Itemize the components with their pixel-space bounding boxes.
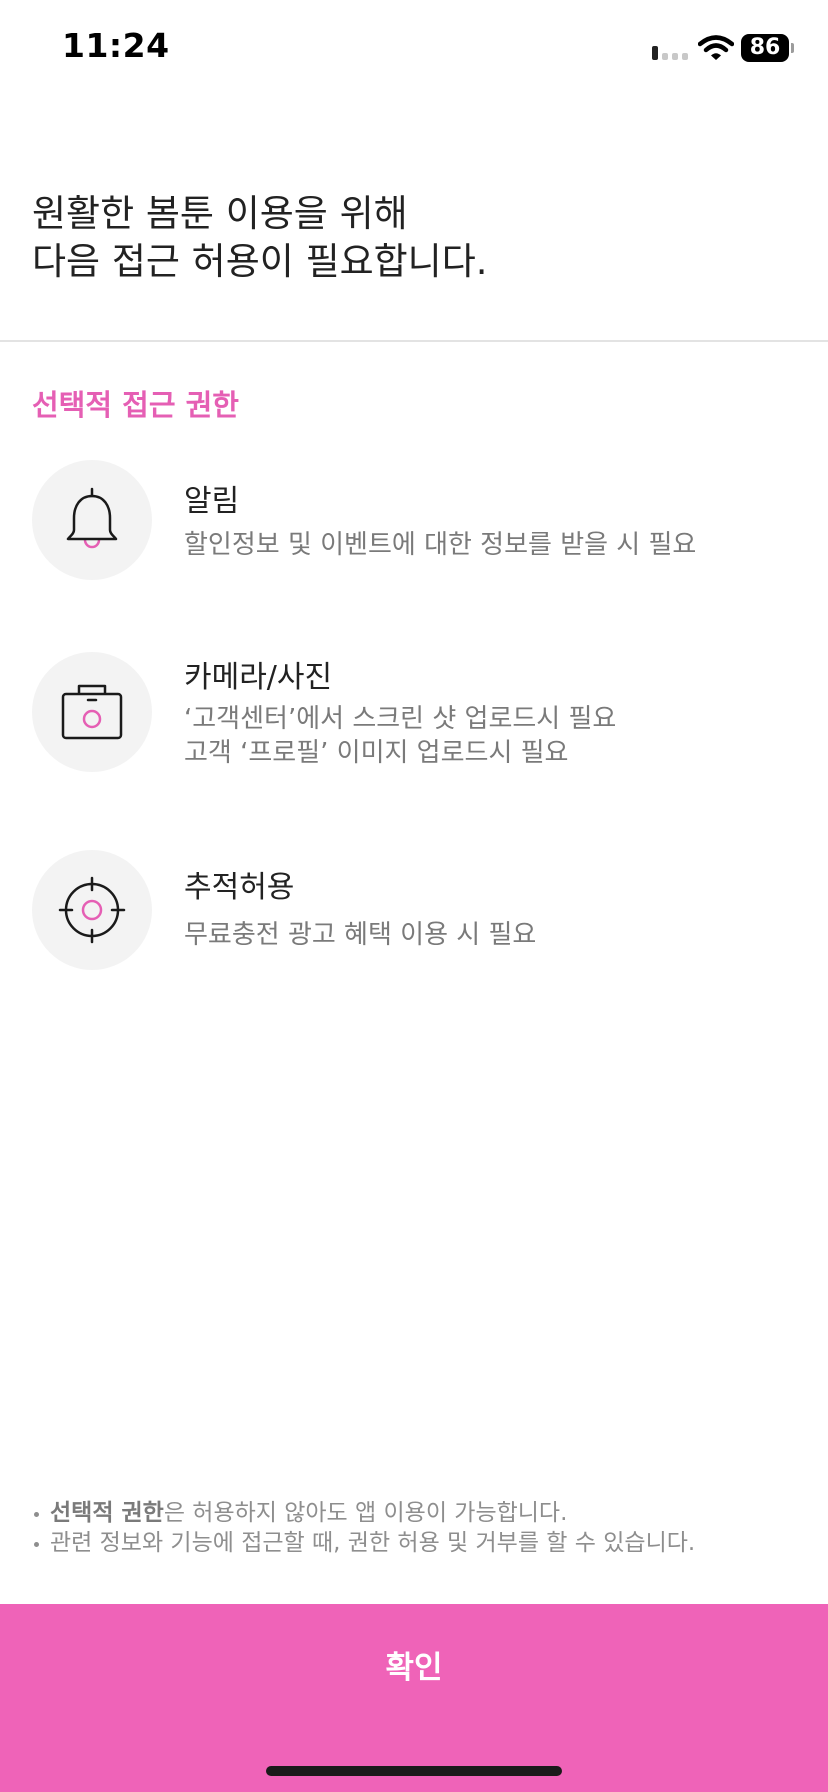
note-text: 은 허용하지 않아도 앱 이용이 가능합니다.	[163, 1500, 568, 1526]
divider	[0, 340, 828, 342]
page-title: 원활한 봄툰 이용을 위해 다음 접근 허용이 필요합니다.	[32, 192, 488, 283]
note-text: 관련 정보와 기능에 접근할 때, 권한 허용 및 거부를 할 수 있습니다.	[50, 1530, 696, 1556]
battery-indicator: 86	[741, 34, 789, 62]
permission-item-notification: 알림 할인정보 및 이벤트에 대한 정보를 받을 시 필요	[32, 460, 802, 580]
permission-description: ‘고객센터’에서 스크린 샷 업로드시 필요 고객 ‘프로필’ 이미지 업로드시…	[184, 704, 617, 768]
section-title: 선택적 접근 권한	[32, 388, 239, 422]
permission-title: 알림	[184, 484, 240, 519]
home-indicator	[266, 1766, 562, 1776]
status-bar: 11:24 86	[0, 0, 828, 100]
bell-icon	[66, 487, 118, 549]
crosshair-icon	[58, 876, 126, 944]
permission-description: 무료충전 광고 혜택 이용 시 필요	[184, 920, 537, 950]
permission-title: 추적허용	[184, 870, 295, 905]
permission-item-tracking: 추적허용 무료충전 광고 혜택 이용 시 필요	[32, 850, 802, 970]
cellular-signal-icon	[652, 46, 692, 60]
camera-icon-circle	[32, 652, 152, 772]
bell-icon-circle	[32, 460, 152, 580]
permission-item-camera: 카메라/사진 ‘고객센터’에서 스크린 샷 업로드시 필요 고객 ‘프로필’ 이…	[32, 652, 802, 772]
crosshair-icon-circle	[32, 850, 152, 970]
notes: 선택적 권한은 허용하지 않아도 앱 이용이 가능합니다. 관련 정보와 기능에…	[32, 1498, 812, 1558]
wifi-icon	[698, 35, 734, 60]
battery-level: 86	[749, 35, 781, 60]
permission-title: 카메라/사진	[184, 660, 333, 695]
note-bold-text: 선택적 권한	[50, 1500, 164, 1526]
confirm-button[interactable]: 확인	[0, 1604, 828, 1792]
status-time: 11:24	[62, 26, 170, 65]
note-line: 선택적 권한은 허용하지 않아도 앱 이용이 가능합니다.	[32, 1498, 812, 1528]
camera-icon	[61, 684, 123, 740]
note-line: 관련 정보와 기능에 접근할 때, 권한 허용 및 거부를 할 수 있습니다.	[32, 1528, 812, 1558]
confirm-button-label: 확인	[385, 1650, 443, 1686]
permission-description: 할인정보 및 이벤트에 대한 정보를 받을 시 필요	[184, 530, 697, 560]
battery-cap	[791, 43, 794, 53]
